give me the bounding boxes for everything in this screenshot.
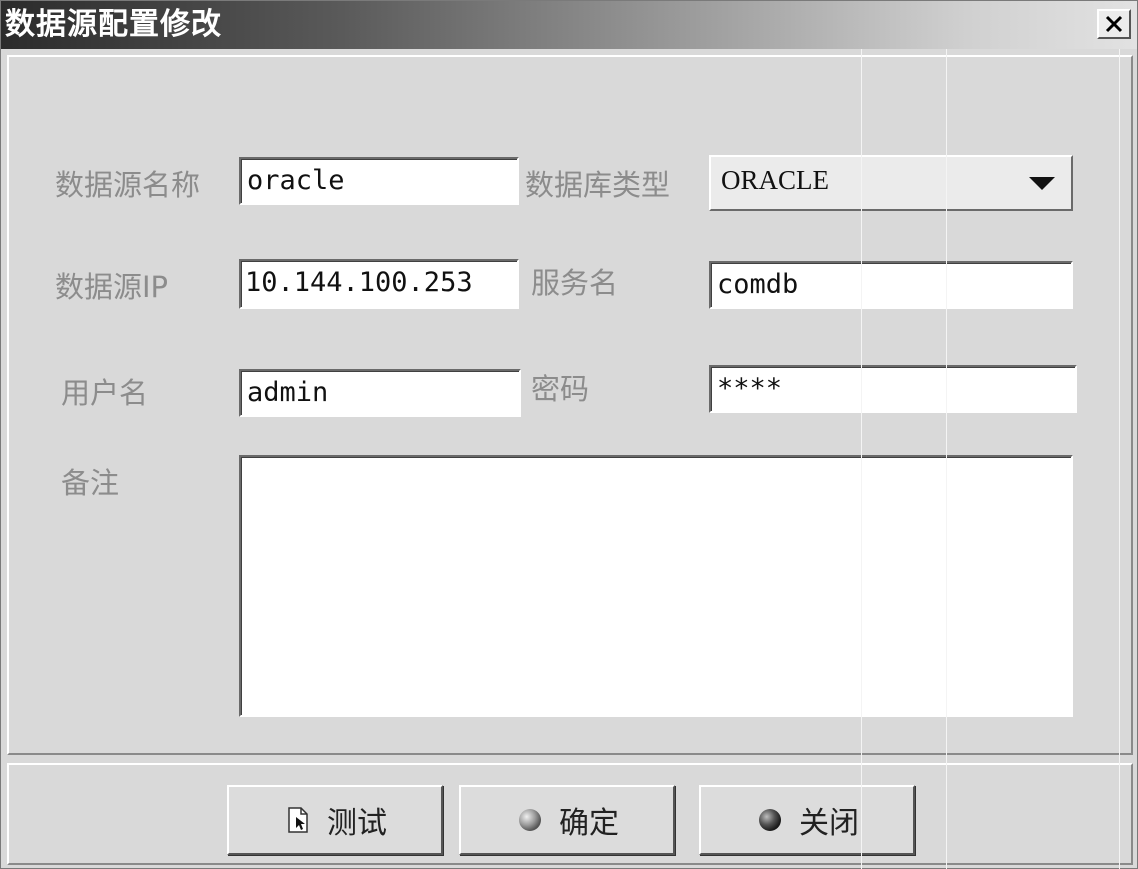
username-label: 用户名: [61, 376, 149, 410]
remark-label: 备注: [61, 466, 120, 500]
dialog-title: 数据源配置修改: [5, 7, 222, 42]
title-bar[interactable]: 数据源配置修改: [1, 1, 1137, 49]
database-type-select[interactable]: ORACLE: [709, 155, 1073, 211]
close-window-button[interactable]: [1097, 9, 1131, 39]
password-input[interactable]: ****: [709, 365, 1077, 413]
database-type-label: 数据库类型: [525, 168, 671, 202]
test-button-label: 测试: [327, 806, 387, 841]
dark-sphere-icon: [755, 805, 785, 835]
datasource-config-dialog: 数据源配置修改 数据源名称 oracle 数据库类型 ORACLE 数据源IP …: [0, 0, 1138, 869]
close-button[interactable]: 关闭: [699, 785, 915, 855]
remark-textarea[interactable]: [239, 455, 1073, 717]
datasource-name-label: 数据源名称: [55, 168, 201, 202]
document-cursor-icon: [283, 805, 313, 835]
close-button-label: 关闭: [799, 806, 859, 841]
close-icon: [1105, 15, 1123, 33]
form-panel: 数据源名称 oracle 数据库类型 ORACLE 数据源IP 10.144.1…: [7, 55, 1133, 755]
datasource-ip-input[interactable]: 10.144.100.253: [239, 259, 519, 309]
divider: [946, 49, 947, 869]
service-name-label: 服务名: [531, 266, 619, 300]
username-input[interactable]: admin: [239, 369, 521, 417]
confirm-button-label: 确定: [559, 806, 619, 841]
gray-sphere-icon: [515, 805, 545, 835]
password-label: 密码: [531, 372, 590, 406]
divider: [861, 49, 862, 869]
service-name-input[interactable]: comdb: [709, 261, 1073, 309]
dropdown-arrow-icon[interactable]: [1029, 177, 1055, 190]
divider: [1119, 49, 1120, 869]
button-panel: 测试 确定 关闭: [7, 763, 1133, 865]
confirm-button[interactable]: 确定: [459, 785, 675, 855]
database-type-value: ORACLE: [721, 165, 829, 195]
test-button[interactable]: 测试: [227, 785, 443, 855]
datasource-ip-label: 数据源IP: [55, 270, 169, 304]
datasource-name-input[interactable]: oracle: [239, 157, 519, 205]
